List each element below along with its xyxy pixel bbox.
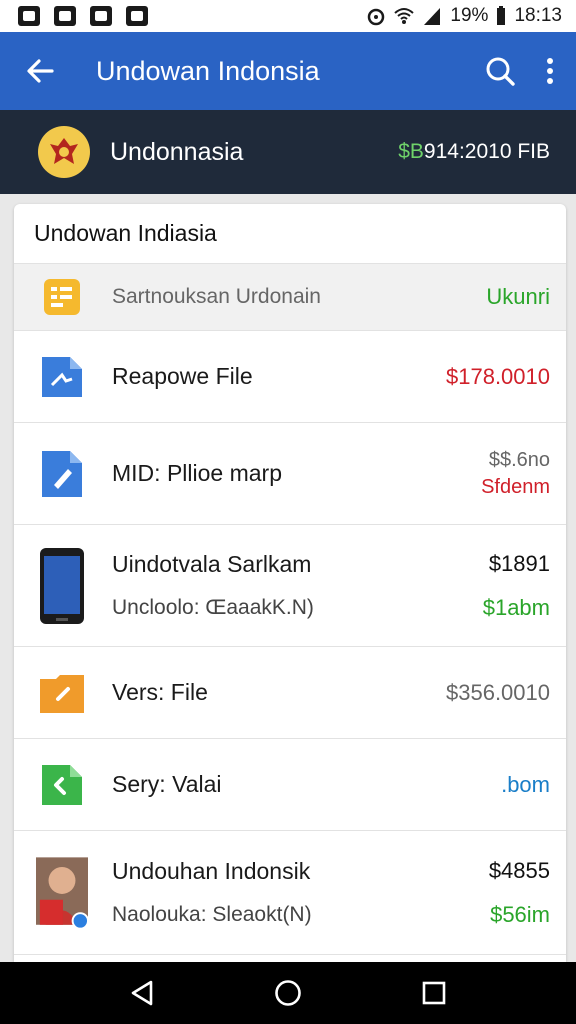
item-title: Uindotvala Sarlkam	[112, 551, 312, 577]
account-name: Undonnasia	[110, 137, 244, 166]
item-title: Sery: Valai	[112, 771, 222, 797]
avatar-photo	[36, 856, 88, 930]
clock: 18:13	[514, 5, 562, 26]
signal-icon	[424, 8, 441, 25]
alarm-icon	[368, 8, 385, 26]
item-title: Undouhan Indonsik	[112, 858, 311, 884]
app-bar: Undowan Indonsia	[0, 32, 576, 110]
search-icon[interactable]	[484, 55, 516, 87]
transactions-card: Undowan Indiasia Sartnouksan Urdonain Uk…	[14, 204, 566, 962]
nav-home-icon[interactable]	[274, 979, 302, 1007]
back-button[interactable]	[0, 32, 80, 110]
system-status: 19% 18:13	[366, 5, 562, 27]
notification-icons	[18, 6, 148, 26]
blue-edit-file-icon	[36, 447, 88, 501]
battery-percent: 19%	[450, 5, 489, 26]
item-title: Sartnouksan Urdonain	[112, 285, 321, 308]
list-item[interactable]: Reapowe File $178.0010	[14, 331, 566, 423]
message-notification-icon	[90, 6, 112, 26]
item-amount: $178.0010	[446, 363, 550, 389]
image-notification-icon	[54, 6, 76, 26]
green-file-icon	[36, 761, 88, 809]
battery-icon	[497, 6, 506, 25]
notification-icon	[18, 6, 40, 26]
item-amount: $4855	[488, 857, 550, 883]
item-title: Reapowe File	[112, 363, 253, 389]
nav-back-icon[interactable]	[129, 979, 155, 1007]
item-subtitle: Uncloolo: ŒaaakK.N)	[112, 596, 314, 619]
balance-value: 914:2010 FIB	[423, 140, 550, 163]
more-options-icon[interactable]	[546, 57, 554, 85]
item-title: MID: Pllioe marp	[112, 460, 282, 486]
list-item[interactable]: MID: Pllioe marp $$.6no Sfdenm	[14, 423, 566, 525]
blue-file-icon	[36, 353, 88, 401]
account-header: Undonnasia $B914:2010 FIB	[0, 110, 576, 194]
item-amount: $356.0010	[446, 679, 550, 705]
balance-prefix: $B	[398, 140, 424, 163]
list-item[interactable]: Vers: File $356.0010	[14, 647, 566, 739]
item-amount: .bom	[501, 771, 550, 797]
item-amount-secondary: $56im	[490, 901, 550, 927]
item-amount: $1891	[488, 550, 550, 576]
item-subtitle: Naolouka: Sleaokt(N)	[112, 903, 312, 926]
item-amount-secondary: $1abm	[482, 594, 550, 620]
list-item[interactable]: Sartnouksan Urdonain Ukunri	[14, 264, 566, 331]
item-amount-secondary: Sfdenm	[481, 475, 550, 498]
list-item[interactable]: Uindotvala Sarlkam Uncloolo: ŒaaakK.N) $…	[14, 525, 566, 647]
status-bar: 19% 18:13	[0, 0, 576, 32]
list-item[interactable]: Undouhan Indonsik Naolouka: Sleaokt(N) $…	[14, 831, 566, 955]
item-amount: $$.6no	[488, 448, 550, 471]
orange-folder-icon	[36, 671, 88, 715]
wifi-icon	[394, 8, 415, 24]
download-notification-icon	[126, 6, 148, 26]
yellow-list-icon	[36, 277, 88, 317]
nav-recents-icon[interactable]	[421, 980, 447, 1006]
card-title: Undowan Indiasia	[14, 204, 566, 264]
item-amount: Ukunri	[486, 284, 550, 309]
arrow-back-icon	[27, 59, 54, 83]
item-title: Vers: File	[112, 679, 208, 705]
account-balance: $B914:2010 FIB	[398, 140, 550, 164]
list-item[interactable]: Sery: Valai .bom	[14, 739, 566, 831]
garuda-emblem-icon	[38, 126, 90, 178]
phone-icon	[36, 546, 88, 626]
app-title: Undowan Indonsia	[96, 55, 320, 86]
system-navigation-bar	[0, 962, 576, 1024]
